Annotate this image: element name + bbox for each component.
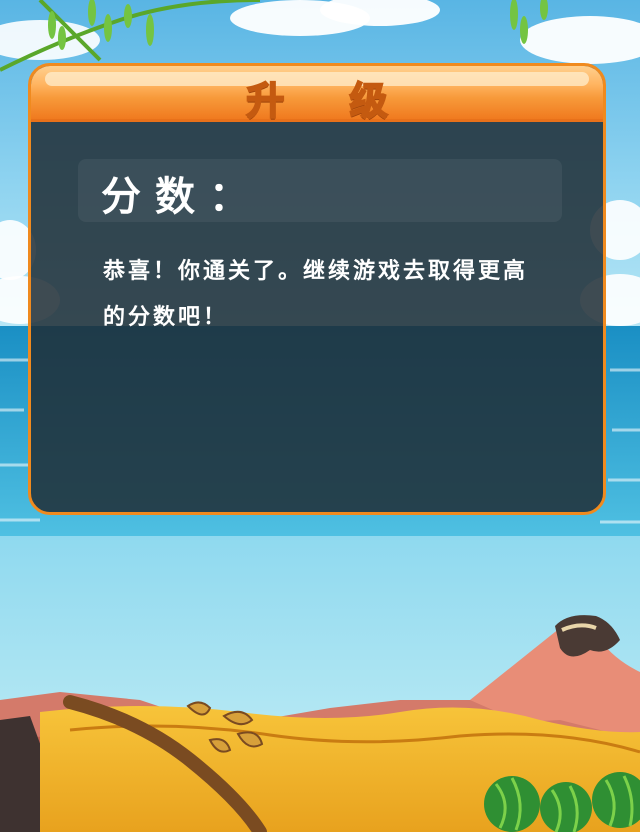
level-up-dialog: 升 级 分数： 恭喜！你通关了。继续游戏去取得更高的分数吧！ [28, 63, 606, 515]
congrats-message: 恭喜！你通关了。继续游戏去取得更高的分数吧！ [103, 259, 529, 330]
dialog-title: 升 级 [245, 78, 414, 124]
dialog-header: 升 级 [31, 66, 603, 124]
score-label: 分数： [101, 174, 263, 220]
